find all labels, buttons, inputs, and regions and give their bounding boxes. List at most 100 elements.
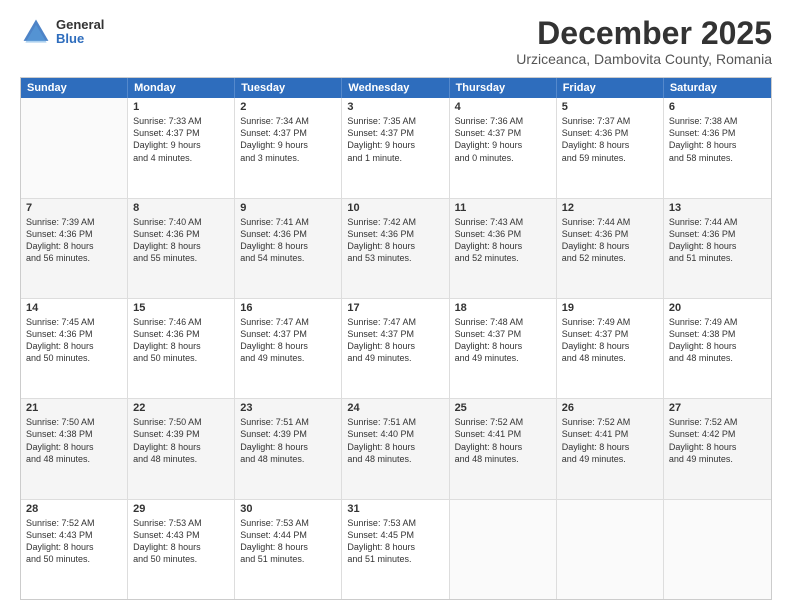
day-number: 15 <box>133 302 229 314</box>
day-number: 18 <box>455 302 551 314</box>
subtitle: Urziceanca, Dambovita County, Romania <box>516 51 772 67</box>
cell-content: Sunset: 4:36 PM <box>669 127 766 139</box>
calendar-header-cell: Friday <box>557 78 664 98</box>
calendar-cell: 21Sunrise: 7:50 AMSunset: 4:38 PMDayligh… <box>21 399 128 498</box>
cell-content: Sunset: 4:41 PM <box>562 428 658 440</box>
cell-content: and 51 minutes. <box>669 252 766 264</box>
cell-content: Sunset: 4:37 PM <box>240 127 336 139</box>
calendar-header-row: SundayMondayTuesdayWednesdayThursdayFrid… <box>21 78 771 98</box>
day-number: 31 <box>347 503 443 515</box>
cell-content: and 48 minutes. <box>669 352 766 364</box>
cell-content: and 48 minutes. <box>347 453 443 465</box>
cell-content: Sunset: 4:37 PM <box>347 127 443 139</box>
cell-content: Daylight: 8 hours <box>347 240 443 252</box>
calendar-cell: 10Sunrise: 7:42 AMSunset: 4:36 PMDayligh… <box>342 199 449 298</box>
day-number: 5 <box>562 101 658 113</box>
calendar-cell: 4Sunrise: 7:36 AMSunset: 4:37 PMDaylight… <box>450 98 557 197</box>
cell-content: Sunrise: 7:47 AM <box>240 316 336 328</box>
cell-content: Sunrise: 7:49 AM <box>562 316 658 328</box>
cell-content: Sunset: 4:36 PM <box>133 228 229 240</box>
cell-content: Daylight: 8 hours <box>347 541 443 553</box>
cell-content: Sunrise: 7:43 AM <box>455 216 551 228</box>
cell-content: and 53 minutes. <box>347 252 443 264</box>
calendar-header-cell: Wednesday <box>342 78 449 98</box>
day-number: 7 <box>26 202 122 214</box>
calendar-header-cell: Monday <box>128 78 235 98</box>
cell-content: Sunset: 4:36 PM <box>347 228 443 240</box>
cell-content: Sunset: 4:38 PM <box>26 428 122 440</box>
cell-content: Sunset: 4:37 PM <box>455 127 551 139</box>
calendar-cell: 12Sunrise: 7:44 AMSunset: 4:36 PMDayligh… <box>557 199 664 298</box>
cell-content: Sunrise: 7:44 AM <box>669 216 766 228</box>
cell-content: Daylight: 9 hours <box>347 139 443 151</box>
calendar-week-row: 28Sunrise: 7:52 AMSunset: 4:43 PMDayligh… <box>21 500 771 599</box>
logo-text: General Blue <box>56 18 104 47</box>
cell-content: Daylight: 8 hours <box>240 340 336 352</box>
day-number: 30 <box>240 503 336 515</box>
cell-content: Sunrise: 7:40 AM <box>133 216 229 228</box>
page: General Blue December 2025 Urziceanca, D… <box>0 0 792 612</box>
calendar-cell: 8Sunrise: 7:40 AMSunset: 4:36 PMDaylight… <box>128 199 235 298</box>
calendar-cell: 16Sunrise: 7:47 AMSunset: 4:37 PMDayligh… <box>235 299 342 398</box>
day-number: 19 <box>562 302 658 314</box>
cell-content: Sunrise: 7:47 AM <box>347 316 443 328</box>
cell-content: and 50 minutes. <box>133 352 229 364</box>
cell-content: Sunrise: 7:44 AM <box>562 216 658 228</box>
title-block: December 2025 Urziceanca, Dambovita Coun… <box>516 16 772 67</box>
cell-content: Sunrise: 7:51 AM <box>240 416 336 428</box>
cell-content: Sunset: 4:39 PM <box>133 428 229 440</box>
cell-content: Sunrise: 7:53 AM <box>347 517 443 529</box>
calendar-header-cell: Sunday <box>21 78 128 98</box>
calendar-cell: 2Sunrise: 7:34 AMSunset: 4:37 PMDaylight… <box>235 98 342 197</box>
calendar-header-cell: Tuesday <box>235 78 342 98</box>
calendar-cell: 7Sunrise: 7:39 AMSunset: 4:36 PMDaylight… <box>21 199 128 298</box>
calendar-cell: 6Sunrise: 7:38 AMSunset: 4:36 PMDaylight… <box>664 98 771 197</box>
cell-content: and 49 minutes. <box>669 453 766 465</box>
calendar-cell <box>557 500 664 599</box>
cell-content: Daylight: 8 hours <box>669 240 766 252</box>
day-number: 24 <box>347 402 443 414</box>
cell-content: Sunrise: 7:51 AM <box>347 416 443 428</box>
cell-content: and 49 minutes. <box>347 352 443 364</box>
cell-content: Daylight: 8 hours <box>133 441 229 453</box>
calendar-header-cell: Thursday <box>450 78 557 98</box>
cell-content: Sunrise: 7:37 AM <box>562 115 658 127</box>
cell-content: Sunrise: 7:49 AM <box>669 316 766 328</box>
main-title: December 2025 <box>516 16 772 51</box>
cell-content: and 49 minutes. <box>562 453 658 465</box>
day-number: 23 <box>240 402 336 414</box>
cell-content: Daylight: 8 hours <box>26 240 122 252</box>
day-number: 14 <box>26 302 122 314</box>
calendar-cell: 30Sunrise: 7:53 AMSunset: 4:44 PMDayligh… <box>235 500 342 599</box>
calendar-week-row: 21Sunrise: 7:50 AMSunset: 4:38 PMDayligh… <box>21 399 771 499</box>
cell-content: and 54 minutes. <box>240 252 336 264</box>
cell-content: Sunset: 4:37 PM <box>347 328 443 340</box>
calendar-cell: 17Sunrise: 7:47 AMSunset: 4:37 PMDayligh… <box>342 299 449 398</box>
cell-content: Daylight: 8 hours <box>133 541 229 553</box>
calendar-cell <box>664 500 771 599</box>
day-number: 13 <box>669 202 766 214</box>
cell-content: Daylight: 9 hours <box>240 139 336 151</box>
calendar: SundayMondayTuesdayWednesdayThursdayFrid… <box>20 77 772 600</box>
calendar-cell: 3Sunrise: 7:35 AMSunset: 4:37 PMDaylight… <box>342 98 449 197</box>
day-number: 8 <box>133 202 229 214</box>
calendar-cell: 29Sunrise: 7:53 AMSunset: 4:43 PMDayligh… <box>128 500 235 599</box>
cell-content: Daylight: 8 hours <box>240 441 336 453</box>
cell-content: Sunset: 4:43 PM <box>133 529 229 541</box>
cell-content: Sunset: 4:37 PM <box>562 328 658 340</box>
logo: General Blue <box>20 16 104 48</box>
cell-content: Sunset: 4:38 PM <box>669 328 766 340</box>
cell-content: and 48 minutes. <box>133 453 229 465</box>
calendar-cell: 31Sunrise: 7:53 AMSunset: 4:45 PMDayligh… <box>342 500 449 599</box>
calendar-cell: 23Sunrise: 7:51 AMSunset: 4:39 PMDayligh… <box>235 399 342 498</box>
calendar-cell: 15Sunrise: 7:46 AMSunset: 4:36 PMDayligh… <box>128 299 235 398</box>
cell-content: Sunrise: 7:36 AM <box>455 115 551 127</box>
cell-content: Sunset: 4:44 PM <box>240 529 336 541</box>
logo-general-label: General <box>56 18 104 32</box>
day-number: 16 <box>240 302 336 314</box>
cell-content: and 49 minutes. <box>240 352 336 364</box>
calendar-cell: 18Sunrise: 7:48 AMSunset: 4:37 PMDayligh… <box>450 299 557 398</box>
cell-content: and 1 minute. <box>347 152 443 164</box>
calendar-week-row: 7Sunrise: 7:39 AMSunset: 4:36 PMDaylight… <box>21 199 771 299</box>
cell-content: Daylight: 8 hours <box>455 340 551 352</box>
